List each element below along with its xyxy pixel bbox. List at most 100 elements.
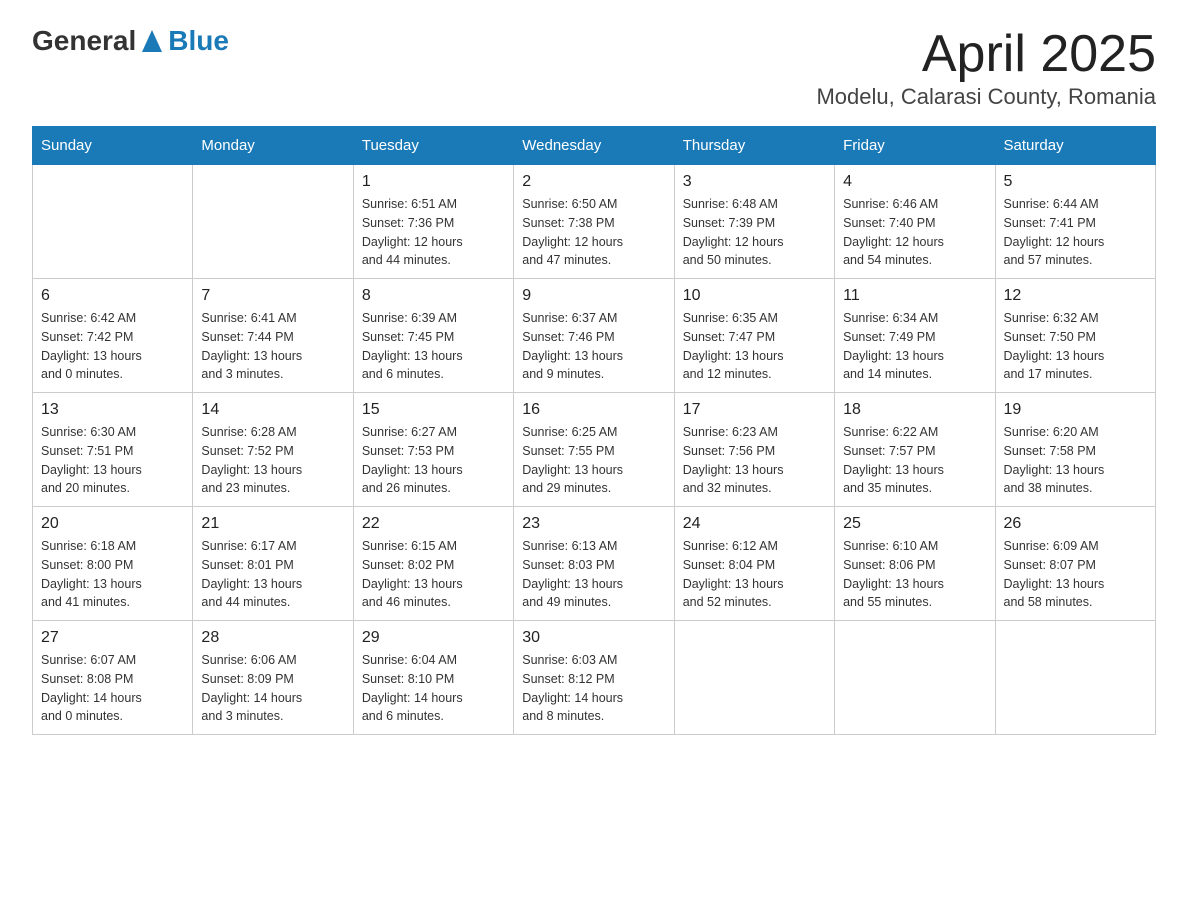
calendar-cell: 13 Sunrise: 6:30 AM Sunset: 7:51 PM Dayli… xyxy=(33,393,193,507)
day-info: Sunrise: 6:42 AM Sunset: 7:42 PM Dayligh… xyxy=(41,309,184,384)
day-info: Sunrise: 6:27 AM Sunset: 7:53 PM Dayligh… xyxy=(362,423,505,498)
calendar-cell: 1 Sunrise: 6:51 AM Sunset: 7:36 PM Daylig… xyxy=(353,165,513,279)
week-row-5: 27 Sunrise: 6:07 AM Sunset: 8:08 PM Dayli… xyxy=(33,621,1156,735)
calendar-cell: 14 Sunrise: 6:28 AM Sunset: 7:52 PM Dayli… xyxy=(193,393,353,507)
week-row-1: 1 Sunrise: 6:51 AM Sunset: 7:36 PM Daylig… xyxy=(33,165,1156,279)
day-info: Sunrise: 6:37 AM Sunset: 7:46 PM Dayligh… xyxy=(522,309,665,384)
calendar-cell: 23 Sunrise: 6:13 AM Sunset: 8:03 PM Dayli… xyxy=(514,507,674,621)
header-thursday: Thursday xyxy=(674,127,834,165)
day-info: Sunrise: 6:18 AM Sunset: 8:00 PM Dayligh… xyxy=(41,537,184,612)
calendar-cell: 4 Sunrise: 6:46 AM Sunset: 7:40 PM Daylig… xyxy=(835,165,995,279)
calendar-body: 1 Sunrise: 6:51 AM Sunset: 7:36 PM Daylig… xyxy=(33,165,1156,735)
day-info: Sunrise: 6:22 AM Sunset: 7:57 PM Dayligh… xyxy=(843,423,986,498)
calendar-cell: 11Sunrise: 6:34 AM Sunset: 7:49 PM Dayli… xyxy=(835,279,995,393)
day-number: 6 xyxy=(41,287,184,305)
page-header: General Blue April 2025 Modelu, Calarasi… xyxy=(32,24,1156,110)
logo-icon xyxy=(142,30,162,57)
day-info: Sunrise: 6:51 AM Sunset: 7:36 PM Dayligh… xyxy=(362,195,505,270)
day-number: 22 xyxy=(362,515,505,533)
header-row: SundayMondayTuesdayWednesdayThursdayFrid… xyxy=(33,127,1156,165)
header-sunday: Sunday xyxy=(33,127,193,165)
logo-blue-text: Blue xyxy=(168,25,229,57)
day-number: 7 xyxy=(201,287,344,305)
day-info: Sunrise: 6:10 AM Sunset: 8:06 PM Dayligh… xyxy=(843,537,986,612)
day-info: Sunrise: 6:44 AM Sunset: 7:41 PM Dayligh… xyxy=(1004,195,1147,270)
week-row-2: 6 Sunrise: 6:42 AM Sunset: 7:42 PM Daylig… xyxy=(33,279,1156,393)
day-number: 28 xyxy=(201,629,344,647)
day-number: 11 xyxy=(843,287,986,305)
day-info: Sunrise: 6:07 AM Sunset: 8:08 PM Dayligh… xyxy=(41,651,184,726)
day-info: Sunrise: 6:41 AM Sunset: 7:44 PM Dayligh… xyxy=(201,309,344,384)
day-info: Sunrise: 6:50 AM Sunset: 7:38 PM Dayligh… xyxy=(522,195,665,270)
day-info: Sunrise: 6:39 AM Sunset: 7:45 PM Dayligh… xyxy=(362,309,505,384)
day-info: Sunrise: 6:15 AM Sunset: 8:02 PM Dayligh… xyxy=(362,537,505,612)
calendar-cell: 8 Sunrise: 6:39 AM Sunset: 7:45 PM Daylig… xyxy=(353,279,513,393)
day-number: 27 xyxy=(41,629,184,647)
header-wednesday: Wednesday xyxy=(514,127,674,165)
day-number: 23 xyxy=(522,515,665,533)
calendar-cell: 3Sunrise: 6:48 AM Sunset: 7:39 PM Daylig… xyxy=(674,165,834,279)
calendar-cell: 24Sunrise: 6:12 AM Sunset: 8:04 PM Dayli… xyxy=(674,507,834,621)
title-block: April 2025 Modelu, Calarasi County, Roma… xyxy=(816,24,1156,110)
day-number: 17 xyxy=(683,401,826,419)
logo-general-text: General xyxy=(32,25,136,57)
calendar-cell: 15 Sunrise: 6:27 AM Sunset: 7:53 PM Dayli… xyxy=(353,393,513,507)
day-info: Sunrise: 6:23 AM Sunset: 7:56 PM Dayligh… xyxy=(683,423,826,498)
day-number: 15 xyxy=(362,401,505,419)
calendar-table: SundayMondayTuesdayWednesdayThursdayFrid… xyxy=(32,126,1156,735)
day-number: 13 xyxy=(41,401,184,419)
day-number: 8 xyxy=(362,287,505,305)
day-info: Sunrise: 6:30 AM Sunset: 7:51 PM Dayligh… xyxy=(41,423,184,498)
day-number: 21 xyxy=(201,515,344,533)
calendar-cell: 22 Sunrise: 6:15 AM Sunset: 8:02 PM Dayli… xyxy=(353,507,513,621)
day-info: Sunrise: 6:06 AM Sunset: 8:09 PM Dayligh… xyxy=(201,651,344,726)
day-info: Sunrise: 6:17 AM Sunset: 8:01 PM Dayligh… xyxy=(201,537,344,612)
day-info: Sunrise: 6:13 AM Sunset: 8:03 PM Dayligh… xyxy=(522,537,665,612)
day-info: Sunrise: 6:12 AM Sunset: 8:04 PM Dayligh… xyxy=(683,537,826,612)
calendar-cell: 20 Sunrise: 6:18 AM Sunset: 8:00 PM Dayli… xyxy=(33,507,193,621)
header-friday: Friday xyxy=(835,127,995,165)
day-number: 25 xyxy=(843,515,986,533)
day-info: Sunrise: 6:28 AM Sunset: 7:52 PM Dayligh… xyxy=(201,423,344,498)
day-number: 9 xyxy=(522,287,665,305)
calendar-cell: 10Sunrise: 6:35 AM Sunset: 7:47 PM Dayli… xyxy=(674,279,834,393)
day-number: 1 xyxy=(362,173,505,191)
day-number: 19 xyxy=(1004,401,1147,419)
calendar-cell: 12Sunrise: 6:32 AM Sunset: 7:50 PM Dayli… xyxy=(995,279,1155,393)
day-number: 20 xyxy=(41,515,184,533)
calendar-cell: 5 Sunrise: 6:44 AM Sunset: 7:41 PM Daylig… xyxy=(995,165,1155,279)
page-title: April 2025 xyxy=(816,24,1156,84)
day-info: Sunrise: 6:20 AM Sunset: 7:58 PM Dayligh… xyxy=(1004,423,1147,498)
day-info: Sunrise: 6:46 AM Sunset: 7:40 PM Dayligh… xyxy=(843,195,986,270)
calendar-cell: 2 Sunrise: 6:50 AM Sunset: 7:38 PM Daylig… xyxy=(514,165,674,279)
calendar-cell xyxy=(674,621,834,735)
day-number: 12 xyxy=(1004,287,1147,305)
calendar-cell: 25 Sunrise: 6:10 AM Sunset: 8:06 PM Dayli… xyxy=(835,507,995,621)
calendar-cell: 29Sunrise: 6:04 AM Sunset: 8:10 PM Dayli… xyxy=(353,621,513,735)
header-tuesday: Tuesday xyxy=(353,127,513,165)
calendar-cell xyxy=(193,165,353,279)
day-number: 5 xyxy=(1004,173,1147,191)
calendar-cell: 19 Sunrise: 6:20 AM Sunset: 7:58 PM Dayli… xyxy=(995,393,1155,507)
day-number: 14 xyxy=(201,401,344,419)
calendar-cell: 26Sunrise: 6:09 AM Sunset: 8:07 PM Dayli… xyxy=(995,507,1155,621)
logo: General Blue xyxy=(32,24,229,57)
calendar-header: SundayMondayTuesdayWednesdayThursdayFrid… xyxy=(33,127,1156,165)
day-number: 4 xyxy=(843,173,986,191)
page-subtitle: Modelu, Calarasi County, Romania xyxy=(816,84,1156,110)
calendar-cell: 6 Sunrise: 6:42 AM Sunset: 7:42 PM Daylig… xyxy=(33,279,193,393)
day-number: 26 xyxy=(1004,515,1147,533)
calendar-cell: 21 Sunrise: 6:17 AM Sunset: 8:01 PM Dayli… xyxy=(193,507,353,621)
calendar-cell: 28 Sunrise: 6:06 AM Sunset: 8:09 PM Dayli… xyxy=(193,621,353,735)
day-number: 2 xyxy=(522,173,665,191)
day-number: 18 xyxy=(843,401,986,419)
calendar-cell: 9 Sunrise: 6:37 AM Sunset: 7:46 PM Daylig… xyxy=(514,279,674,393)
calendar-cell: 30Sunrise: 6:03 AM Sunset: 8:12 PM Dayli… xyxy=(514,621,674,735)
calendar-cell: 7 Sunrise: 6:41 AM Sunset: 7:44 PM Daylig… xyxy=(193,279,353,393)
week-row-4: 20 Sunrise: 6:18 AM Sunset: 8:00 PM Dayli… xyxy=(33,507,1156,621)
day-number: 10 xyxy=(683,287,826,305)
calendar-cell xyxy=(835,621,995,735)
calendar-cell: 27 Sunrise: 6:07 AM Sunset: 8:08 PM Dayli… xyxy=(33,621,193,735)
calendar-cell xyxy=(33,165,193,279)
header-monday: Monday xyxy=(193,127,353,165)
